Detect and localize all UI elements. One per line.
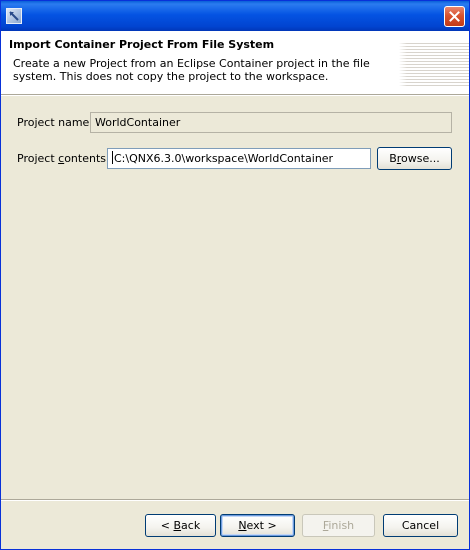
footer-divider [1, 499, 469, 501]
close-icon [449, 11, 460, 22]
wizard-header: Import Container Project From File Syste… [1, 31, 469, 95]
project-contents-value: C:\QNX6.3.0\workspace\WorldContainer [114, 152, 334, 165]
text-caret [112, 151, 113, 164]
back-button[interactable]: < Back [145, 514, 216, 537]
project-name-value: WorldContainer [95, 116, 181, 129]
cancel-button[interactable]: Cancel [383, 514, 458, 537]
browse-button[interactable]: Browse... [377, 147, 452, 170]
close-button[interactable] [444, 6, 465, 27]
import-container-dialog: Import Container Project From File Syste… [0, 0, 470, 550]
wizard-banner-graphic [399, 43, 469, 87]
window-app-icon [6, 8, 22, 24]
project-name-label: Project name: [17, 116, 94, 129]
project-name-field: WorldContainer [90, 112, 452, 133]
title-bar[interactable] [1, 1, 469, 31]
project-contents-field[interactable]: C:\QNX6.3.0\workspace\WorldContainer [107, 148, 371, 169]
header-divider [1, 95, 469, 96]
wizard-title: Import Container Project From File Syste… [9, 38, 275, 51]
project-contents-label: Project contents: [17, 152, 110, 165]
next-button[interactable]: Next > [220, 514, 295, 537]
wizard-description: Create a new Project from an Eclipse Con… [13, 57, 370, 83]
finish-button: Finish [302, 514, 375, 537]
